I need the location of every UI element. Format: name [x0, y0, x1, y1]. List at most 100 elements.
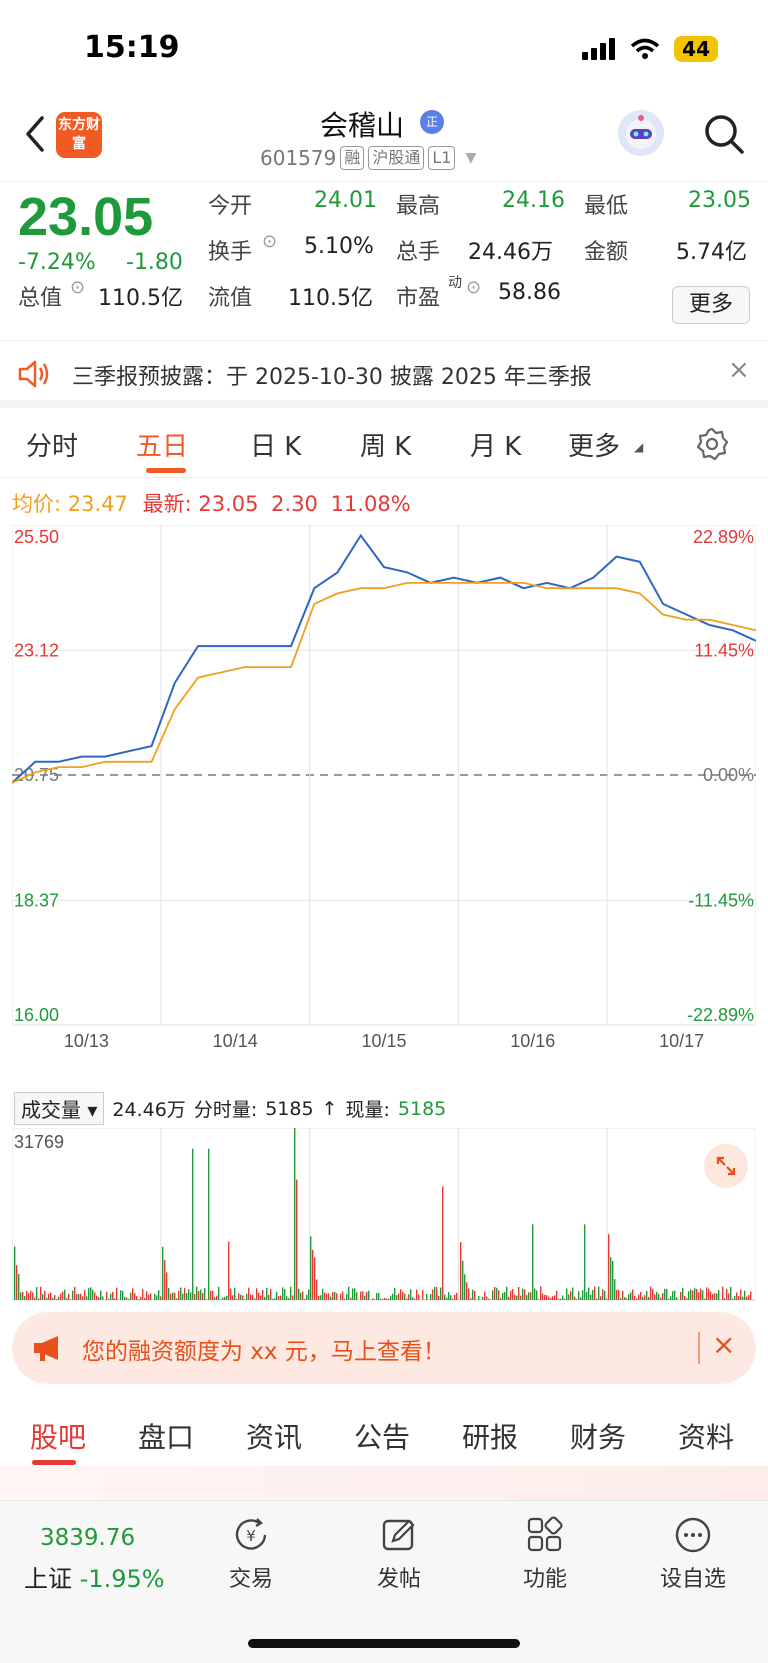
- margin-promo-banner[interactable]: 您的融资额度为 xx 元，马上查看！ ×: [12, 1312, 756, 1384]
- tab-financials[interactable]: 财务: [570, 1416, 626, 1456]
- volume-bar: [380, 1298, 382, 1300]
- volume-bar: [100, 1290, 102, 1300]
- volume-bar: [250, 1294, 252, 1300]
- stock-sub-info[interactable]: 601579 融 沪股通 L1 ▼: [260, 146, 476, 170]
- close-icon[interactable]: ×: [712, 1328, 735, 1361]
- gear-icon[interactable]: [694, 426, 730, 462]
- volume-bar: [456, 1292, 458, 1300]
- volume-bar: [718, 1289, 720, 1300]
- volume-bar: [582, 1290, 584, 1300]
- volume-bar: [212, 1290, 214, 1300]
- latest-change: 2.30: [271, 492, 318, 516]
- tab-intraday[interactable]: 分时: [26, 426, 78, 463]
- tag-level: L1: [428, 146, 456, 170]
- nav-functions[interactable]: 功能: [500, 1515, 590, 1593]
- volume-bar: [552, 1296, 554, 1300]
- volume-bar: [356, 1292, 358, 1300]
- volume-bar: [530, 1292, 532, 1300]
- expand-icon[interactable]: [704, 1144, 748, 1188]
- volume-label: 总手: [396, 240, 441, 265]
- nav-trade[interactable]: ¥ 交易: [206, 1515, 296, 1593]
- notice-banner[interactable]: 三季报预披露：于 2025-10-30 披露 2025 年三季报 ×: [0, 340, 768, 408]
- post-icon: [382, 1519, 415, 1551]
- search-icon[interactable]: [702, 112, 746, 156]
- volume-bar: [576, 1299, 578, 1300]
- volume-chart-svg[interactable]: 31769: [11, 1127, 757, 1310]
- nav-post[interactable]: 发帖: [354, 1515, 444, 1593]
- tab-daily-k[interactable]: 日 K: [250, 426, 301, 463]
- info-icon[interactable]: ⊙: [70, 277, 85, 298]
- price-chart-svg[interactable]: 25.50 22.89%23.12 11.45%20.75 0.00%18.37 -11…: [12, 525, 756, 1060]
- volume-indicator-select[interactable]: 成交量 ▾: [14, 1092, 105, 1125]
- volume-bar: [204, 1287, 206, 1300]
- volume-bar: [178, 1290, 180, 1300]
- more-button[interactable]: 更多: [672, 286, 750, 324]
- volume-bar: [14, 1246, 16, 1300]
- volume-bar: [20, 1292, 22, 1300]
- volume-bar: [192, 1148, 194, 1300]
- volume-bar: [270, 1288, 272, 1300]
- volume-bar: [182, 1293, 184, 1300]
- volume-bar: [60, 1293, 62, 1300]
- volume-bar: [172, 1292, 174, 1300]
- tab-monthly-k[interactable]: 月 K: [470, 426, 521, 463]
- volume-bar: [256, 1288, 258, 1300]
- nav-add-watchlist[interactable]: 设自选: [648, 1515, 738, 1593]
- current-volume-value: 5185: [397, 1097, 447, 1120]
- dropdown-arrow-icon[interactable]: ◢: [634, 440, 643, 454]
- info-icon[interactable]: ⊙: [466, 277, 481, 298]
- volume-bar: [736, 1292, 738, 1300]
- nav-trade-label: 交易: [228, 1567, 273, 1592]
- active-tab-indicator: [146, 468, 186, 473]
- volume-chart[interactable]: 31769: [11, 1127, 757, 1310]
- volume-bar: [740, 1289, 742, 1300]
- volume-bar: [32, 1292, 34, 1300]
- tab-news[interactable]: 资讯: [246, 1416, 302, 1456]
- price-line: [12, 533, 756, 784]
- volume-bar: [382, 1298, 384, 1300]
- volume-bar: [344, 1298, 346, 1300]
- tab-weekly-k[interactable]: 周 K: [360, 426, 411, 463]
- app-logo[interactable]: 东方财富: [56, 112, 102, 158]
- pe-label: 市盈: [396, 286, 441, 311]
- tab-more[interactable]: 更多: [568, 426, 620, 463]
- volume-bar: [710, 1291, 712, 1300]
- volume-bar: [542, 1293, 544, 1300]
- volume-bar: [214, 1297, 216, 1300]
- volume-bar: [54, 1295, 56, 1300]
- volume-bar: [644, 1295, 646, 1300]
- svg-text:¥: ¥: [246, 1527, 256, 1545]
- tab-profile[interactable]: 资料: [678, 1416, 734, 1456]
- volume-bar: [646, 1290, 648, 1300]
- volume-bar: [472, 1289, 474, 1300]
- volume-bar: [684, 1295, 686, 1300]
- volume-bar: [230, 1288, 232, 1300]
- tab-five-day[interactable]: 五日: [136, 426, 188, 463]
- price-chart[interactable]: 25.50 22.89% 23.12 11.45% 20.75 0.00% 18.37 -11…: [12, 525, 756, 1060]
- tab-order-book[interactable]: 盘口: [138, 1416, 194, 1456]
- volume-bar: [448, 1292, 450, 1300]
- volume-bar: [484, 1291, 486, 1300]
- volume-bar: [324, 1292, 326, 1300]
- close-icon[interactable]: ×: [728, 355, 750, 385]
- float-value: 110.5亿: [288, 286, 373, 311]
- battery-indicator: 44: [674, 36, 718, 62]
- tab-research[interactable]: 研报: [462, 1416, 518, 1456]
- volume-bar: [308, 1289, 310, 1300]
- volume-bar: [160, 1296, 162, 1300]
- chevron-down-icon[interactable]: ▼: [465, 150, 476, 166]
- volume-bar: [140, 1296, 142, 1300]
- volume-bar: [336, 1293, 338, 1300]
- volume-bar: [682, 1288, 684, 1300]
- back-icon[interactable]: [18, 114, 54, 154]
- tab-announcements[interactable]: 公告: [354, 1416, 410, 1456]
- info-icon[interactable]: ⊙: [262, 231, 277, 252]
- volume-bar: [320, 1295, 322, 1300]
- tab-forum[interactable]: 股吧: [30, 1416, 86, 1456]
- volume-bar: [414, 1298, 416, 1300]
- index-percent: -1.95%: [79, 1565, 165, 1593]
- volume-bar: [296, 1179, 298, 1300]
- robot-avatar-icon[interactable]: [618, 110, 664, 156]
- volume-bar: [242, 1295, 244, 1300]
- volume-bar: [170, 1293, 172, 1300]
